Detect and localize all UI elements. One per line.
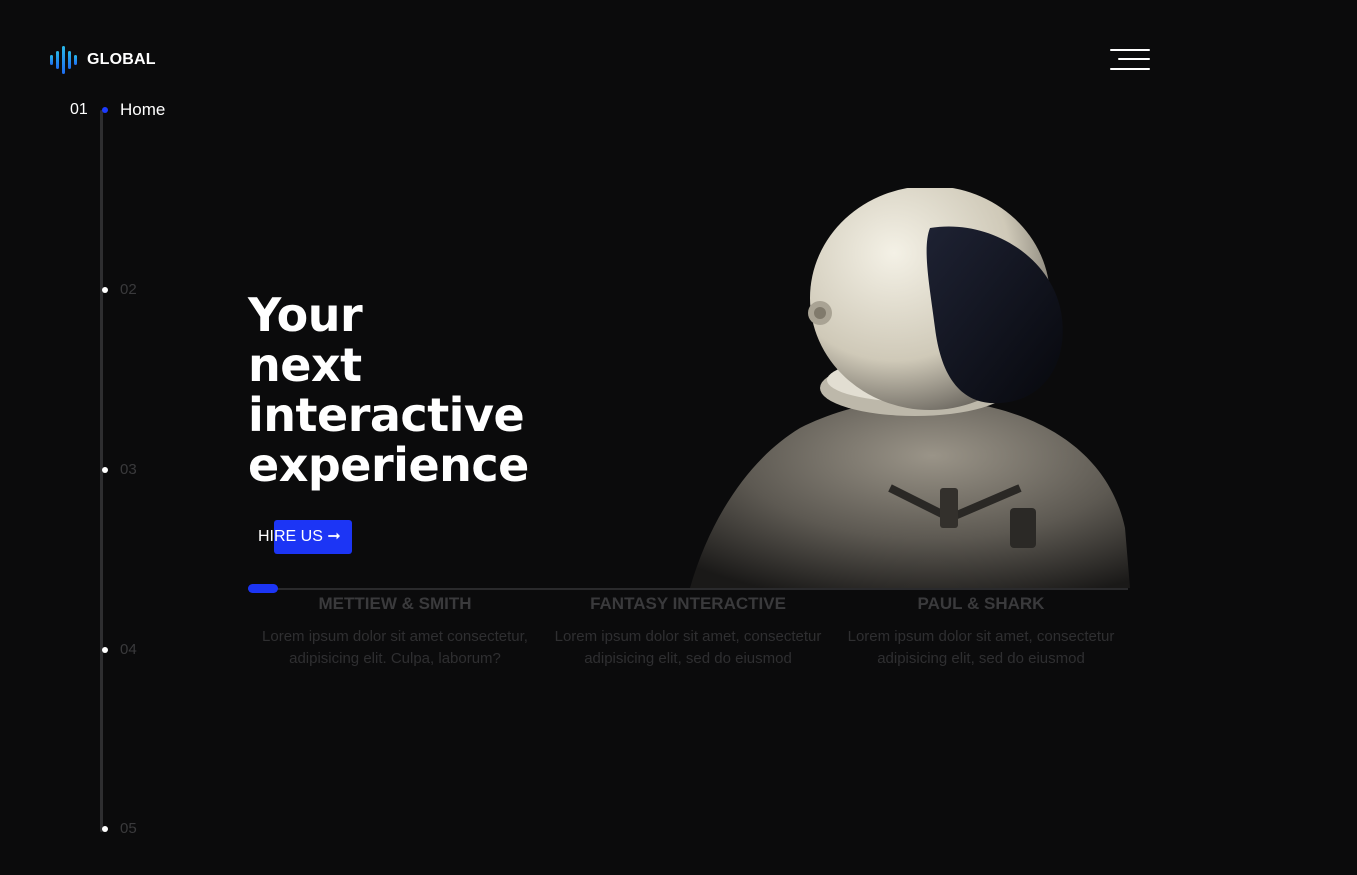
client-name: PAUL & SHARK	[917, 594, 1045, 613]
client-item: PAUL & SHARK Lorem ipsum dolor sit amet,…	[841, 594, 1121, 670]
nav-item-label: 02	[120, 281, 137, 298]
nav-item-label: Home	[120, 100, 166, 119]
page: GLOBAL 01 Home 02 03 04 05 Your next int…	[0, 0, 1357, 875]
logo-text: GLOBAL	[87, 51, 156, 68]
hero-title-line: experience	[248, 438, 529, 492]
nav-item-02[interactable]: 02	[0, 280, 220, 300]
slider-track	[248, 588, 1128, 590]
nav-item-label: 05	[120, 820, 137, 837]
nav-item-number: 01	[70, 101, 88, 118]
sound-wave-icon	[50, 46, 77, 74]
client-name: FANTASY INTERACTIVE	[590, 594, 786, 613]
hire-us-button[interactable]: HIRE US ➞	[258, 520, 354, 554]
nav-item-05[interactable]: 05	[0, 819, 220, 839]
hamburger-menu-icon[interactable]	[1110, 48, 1150, 72]
nav-item-label: 03	[120, 461, 137, 478]
nav-item-label: 04	[120, 641, 137, 658]
hero-title: Your next interactive experience	[248, 290, 529, 490]
nav-dot	[102, 287, 108, 293]
nav-item-03[interactable]: 03	[0, 460, 220, 480]
nav-item-home[interactable]: 01 Home	[0, 100, 220, 120]
client-item: METTIEW & SMITH Lorem ipsum dolor sit am…	[255, 594, 535, 670]
nav-item-04[interactable]: 04	[0, 640, 220, 660]
hero-title-line: Your	[248, 288, 363, 342]
client-description: Lorem ipsum dolor sit amet consectetur, …	[262, 628, 528, 667]
client-description: Lorem ipsum dolor sit amet, consectetur …	[847, 628, 1115, 667]
hero-title-line: interactive	[248, 388, 525, 442]
hire-us-button-label: HIRE US ➞	[258, 528, 341, 545]
astronaut-image	[690, 188, 1130, 588]
logo[interactable]: GLOBAL	[50, 46, 156, 74]
client-name: METTIEW & SMITH	[318, 594, 472, 613]
nav-dot	[102, 647, 108, 653]
slider-indicator[interactable]	[248, 584, 278, 593]
hero-title-line: next	[248, 338, 362, 392]
nav-dot-active	[102, 107, 108, 113]
nav-dot	[102, 467, 108, 473]
client-item: FANTASY INTERACTIVE Lorem ipsum dolor si…	[548, 594, 828, 670]
client-description: Lorem ipsum dolor sit amet, consectetur …	[554, 628, 822, 667]
nav-dot	[102, 826, 108, 832]
